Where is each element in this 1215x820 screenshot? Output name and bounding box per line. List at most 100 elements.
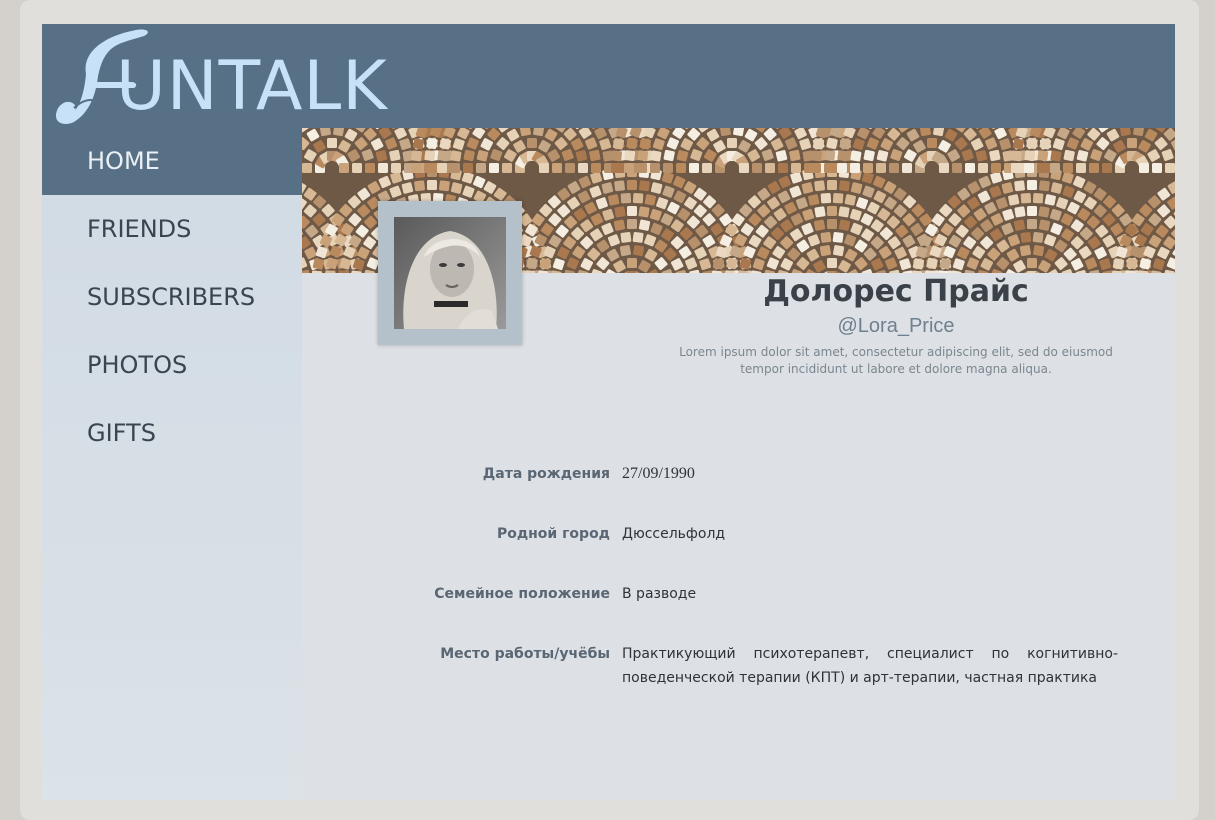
sidebar-item-home[interactable]: HOME (42, 128, 302, 195)
mosaic-tile (837, 150, 848, 161)
mosaic-tile (613, 138, 625, 150)
mosaic-tile (811, 163, 821, 173)
mosaic-tile (611, 150, 622, 161)
avatar[interactable] (394, 217, 506, 329)
mosaic-tile (1063, 163, 1073, 173)
mosaic-tile (411, 150, 422, 161)
mosaic-tile (313, 258, 325, 270)
mosaic-tile (1027, 258, 1037, 268)
mosaic-tile (1089, 163, 1099, 173)
mosaic-tile (1011, 150, 1022, 161)
mosaic-tile (1165, 163, 1175, 173)
mosaic-tile (713, 258, 725, 270)
mosaic-tile (614, 206, 625, 217)
mosaic-tile (439, 180, 450, 191)
mosaic-tile (414, 180, 425, 191)
mosaic-tile (838, 206, 849, 217)
mosaic-tile (463, 150, 475, 162)
mosaic-tile (1014, 219, 1026, 231)
mosaic-tile (1127, 138, 1137, 148)
mosaic-tile (424, 163, 434, 173)
sidebar-item-gifts[interactable]: GIFTS (42, 399, 302, 467)
mosaic-tile (489, 163, 499, 173)
profile-handle[interactable]: @Lora_Price (602, 315, 1190, 338)
mosaic-tile (1027, 206, 1037, 216)
mosaic-tile (1102, 163, 1112, 173)
mosaic-tile (844, 194, 856, 206)
mosaic-tile (413, 138, 425, 150)
mosaic-tile (437, 150, 448, 161)
sidebar-item-subscribers[interactable]: SUBSCRIBERS (42, 263, 302, 331)
mosaic-tile (965, 163, 975, 173)
mosaic-tile (913, 258, 925, 270)
mosaic-tile (676, 163, 686, 173)
mosaic-tile (1076, 163, 1086, 173)
mosaic-tile (624, 163, 634, 173)
sidebar-item-photos[interactable]: PHOTOS (42, 331, 302, 399)
mosaic-tile (539, 163, 549, 173)
mosaic-tile (1024, 163, 1034, 173)
logo[interactable]: UNTALK (52, 24, 432, 128)
mosaic-tile (450, 163, 460, 173)
mosaic-tile (352, 163, 362, 173)
mosaic-tile (863, 150, 875, 162)
mosaic-tile (778, 163, 788, 173)
mosaic-tile (1044, 194, 1056, 206)
mosaic-tile (463, 163, 473, 173)
mosaic-tile (644, 194, 656, 206)
mosaic-tile (952, 163, 962, 173)
mosaic-tile (820, 245, 832, 257)
mosaic-tile (827, 206, 837, 216)
info-value: В разводе (622, 582, 1118, 606)
mosaic-tile (876, 163, 886, 173)
mosaic-tile (863, 163, 873, 173)
mosaic-tile (614, 219, 626, 231)
mosaic-tile (1063, 150, 1075, 162)
mosaic-tile (633, 232, 644, 243)
mosaic-tile (839, 219, 851, 231)
mosaic-tile (411, 163, 421, 173)
mosaic-tile (608, 194, 620, 206)
mosaic-tile (633, 193, 644, 204)
mosaic-tile (339, 163, 349, 173)
mosaic-tile (552, 163, 562, 173)
mosaic-tile (450, 150, 461, 161)
mosaic-tile (814, 206, 825, 217)
avatar-frame (378, 201, 522, 345)
mosaic-tile (889, 163, 899, 173)
mosaic-tile (939, 163, 949, 173)
mosaic-tile (1050, 163, 1060, 173)
mosaic-tile (1013, 138, 1025, 150)
mosaic-tile (752, 163, 762, 173)
sidebar-item-friends[interactable]: FRIENDS (42, 195, 302, 263)
mosaic-tile (824, 150, 835, 161)
mosaic-tile (1037, 150, 1048, 161)
mosaic-tile (727, 138, 737, 148)
mosaic-tile (663, 163, 673, 173)
mosaic-tile (765, 163, 775, 173)
info-label: Дата рождения (483, 462, 610, 486)
mosaic-tile (813, 138, 825, 150)
info-value: 27/09/1990 (622, 462, 1118, 486)
mosaic-tile (1011, 163, 1021, 173)
profile-bio: Lorem ipsum dolor sit amet, consectetur … (672, 344, 1120, 378)
mosaic-tile (791, 163, 801, 173)
info-value: Дюссельфолд (622, 522, 1118, 546)
mosaic-tile (611, 163, 621, 173)
mosaic-tile (1113, 258, 1125, 270)
profile-main: Долорес Прайс @Lora_Price Lorem ipsum do… (302, 128, 1175, 800)
mosaic-tile (1037, 163, 1047, 173)
mosaic-tile (1014, 206, 1025, 217)
mosaic-tile (627, 206, 637, 216)
mosaic-tile (365, 163, 375, 173)
mosaic-tile (1033, 245, 1045, 257)
mosaic-tile (527, 138, 537, 148)
mosaic-tile (633, 245, 645, 257)
mosaic-tile (391, 163, 401, 173)
mosaic-tile (627, 180, 637, 190)
mosaic-tile (650, 163, 660, 173)
mosaic-tile (1039, 180, 1050, 191)
mosaic-tile (1050, 150, 1061, 161)
mosaic-tile (1027, 180, 1037, 190)
mosaic-tile (991, 163, 1001, 173)
